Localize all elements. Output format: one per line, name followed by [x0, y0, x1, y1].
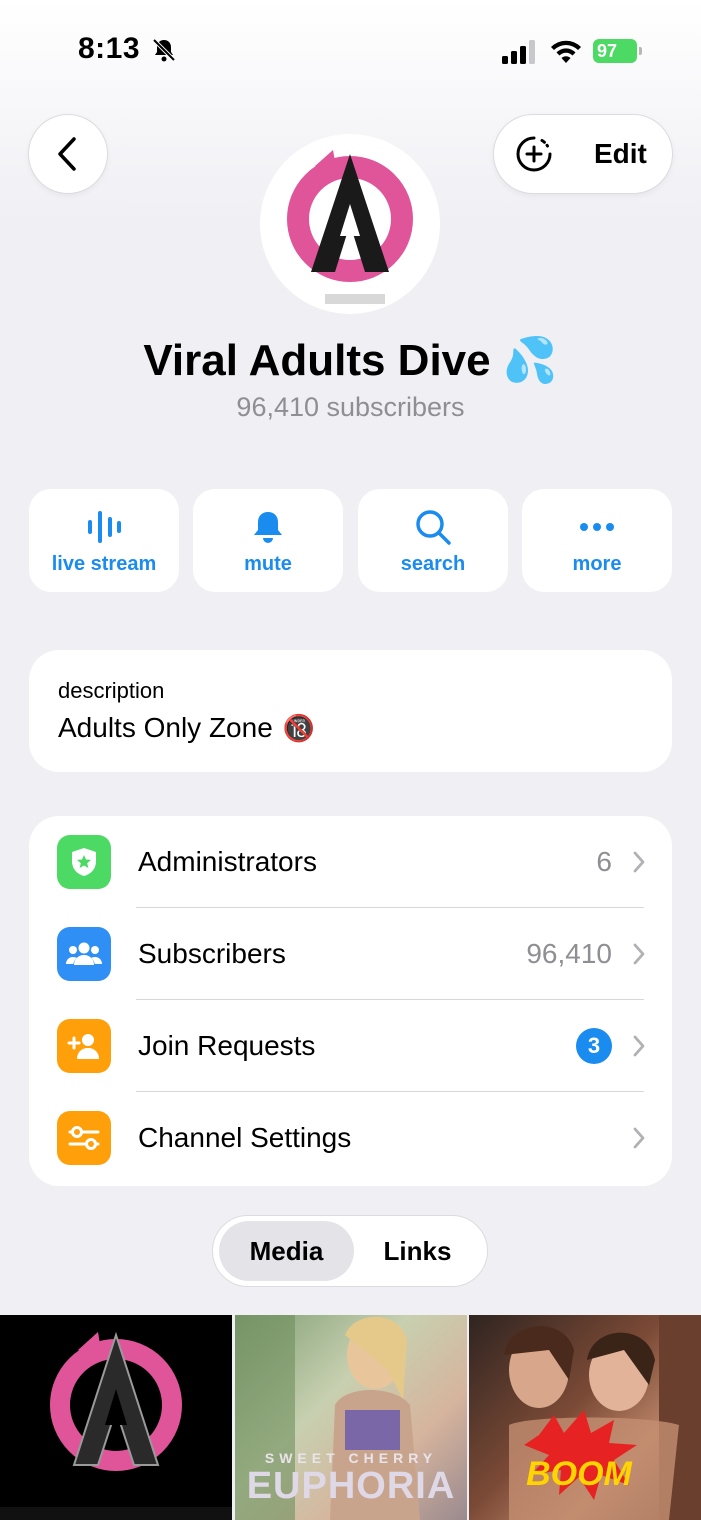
status-time: 8:13 [78, 32, 141, 65]
shield-star-icon [57, 835, 111, 889]
mute-button[interactable]: mute [193, 489, 343, 592]
description-row: Adults Only Zone 🔞 [58, 712, 643, 744]
channel-logo-image [0, 1331, 232, 1520]
channel-menu-list: Administrators 6 Subscribers 96,410 Join… [29, 816, 672, 1186]
join-requests-row[interactable]: Join Requests 3 [29, 1000, 672, 1092]
media-thumbnail[interactable]: BOOM [469, 1315, 701, 1520]
signal-icon [502, 40, 535, 64]
subscriber-count: 96,410 subscribers [236, 392, 465, 422]
administrators-label: Administrators [138, 846, 317, 877]
settings-toggles-icon [57, 1111, 111, 1165]
more-icon [580, 523, 614, 531]
battery-indicator: 97 [593, 39, 642, 63]
bell-off-icon [152, 38, 176, 62]
back-button[interactable] [28, 114, 108, 194]
more-label: more [572, 553, 622, 575]
media-caption: SWEET CHERRY [264, 1450, 438, 1466]
search-button[interactable]: search [358, 489, 508, 592]
live-stream-button[interactable]: live stream [29, 489, 179, 592]
join-requests-label: Join Requests [138, 1030, 316, 1061]
channel-name: Viral Adults Dive 💦 [143, 336, 558, 385]
subscribers-label: Subscribers [138, 938, 286, 969]
media-thumbnail[interactable]: SWEET CHERRY EUPHORIA [235, 1315, 467, 1520]
add-person-icon [57, 1019, 111, 1073]
tab-links[interactable]: Links [354, 1221, 481, 1281]
chevron-right-icon [633, 943, 645, 965]
search-icon [416, 510, 451, 545]
live-stream-label: live stream [51, 553, 157, 575]
mute-label: mute [244, 553, 292, 575]
administrators-count: 6 [596, 846, 612, 877]
bell-icon [254, 512, 282, 543]
chevron-left-icon [58, 137, 76, 171]
edit-pill: Edit [493, 114, 673, 194]
administrators-row[interactable]: Administrators 6 [29, 816, 672, 908]
channel-settings-row[interactable]: Channel Settings [29, 1092, 672, 1184]
channel-avatar[interactable] [260, 134, 440, 314]
description-card: description Adults Only Zone 🔞 [29, 650, 672, 772]
search-label: search [400, 553, 466, 575]
description-text: Adults Only Zone [58, 712, 273, 743]
description-title: description [58, 678, 165, 703]
people-icon [57, 927, 111, 981]
join-requests-badge: 3 [576, 1028, 612, 1064]
tab-media[interactable]: Media [219, 1221, 354, 1281]
edit-button[interactable]: Edit [594, 138, 647, 170]
channel-settings-label: Channel Settings [138, 1122, 352, 1153]
more-button[interactable]: more [522, 489, 672, 592]
chevron-right-icon [633, 851, 645, 873]
adults-only-emoji: 🔞 [282, 712, 316, 743]
media-caption: BOOM [526, 1455, 632, 1493]
live-stream-icon [88, 511, 121, 543]
media-links-segmented: Media Links [212, 1215, 488, 1287]
channel-logo-icon [287, 150, 413, 304]
chevron-right-icon [633, 1127, 645, 1149]
wifi-icon [551, 40, 581, 63]
add-story-icon[interactable] [514, 134, 554, 174]
chevron-right-icon [633, 1035, 645, 1057]
subscribers-count: 96,410 [526, 938, 612, 969]
media-thumbnail[interactable] [0, 1315, 232, 1520]
subscribers-row[interactable]: Subscribers 96,410 [29, 908, 672, 1000]
media-title: EUPHORIA [246, 1465, 456, 1507]
